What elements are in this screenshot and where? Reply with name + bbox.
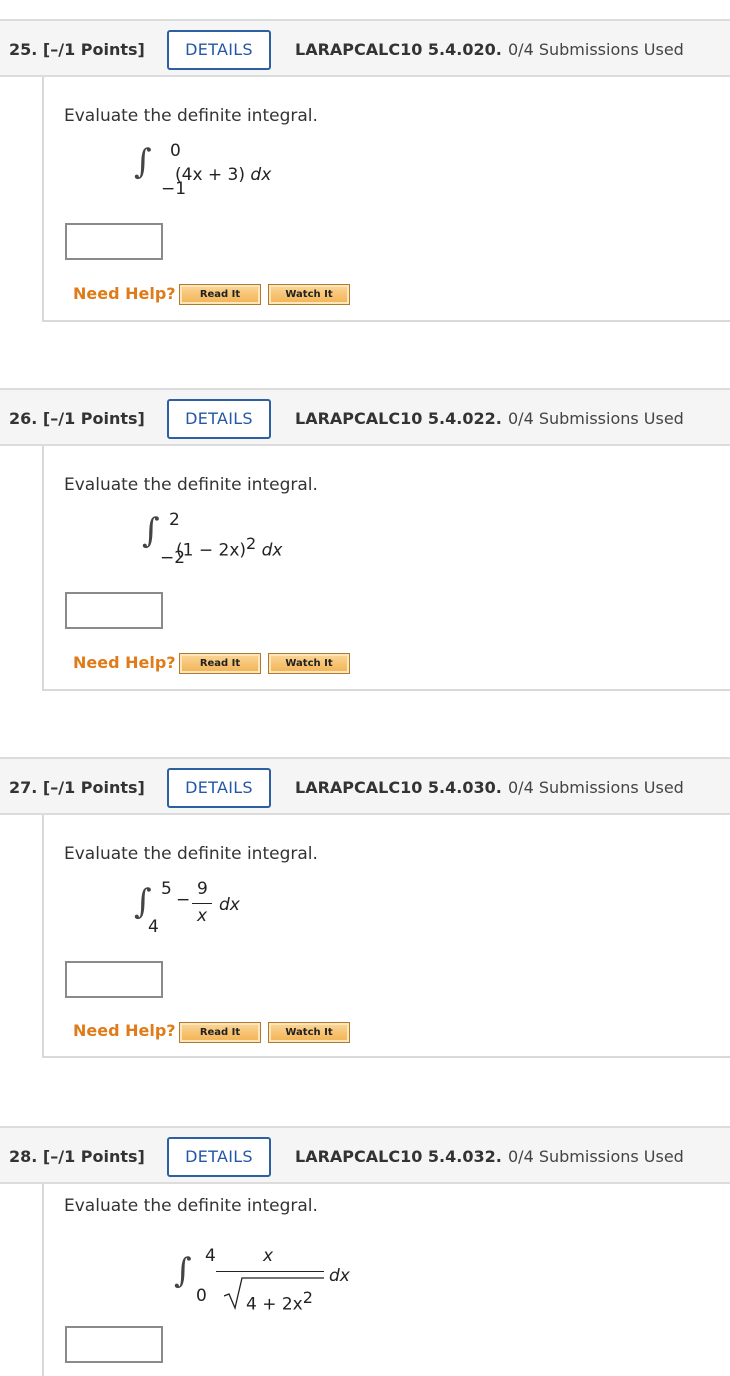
submissions-used: 0/4 Submissions Used [508,1147,684,1166]
question-body: Evaluate the definite integral. ∫ 0 −1 (… [42,77,730,322]
watch-it-button[interactable]: Watch It [268,653,350,674]
integral-expression: ∫ 0 −1 (4x + 3) dx [134,141,334,201]
question-header: 27. [–/1 Points] DETAILS LARAPCALC10 5.4… [0,757,730,815]
differential: dx [329,1266,350,1286]
question-body: Evaluate the definite integral. ∫ 4 0 x … [42,1184,730,1376]
question-header: 25. [–/1 Points] DETAILS LARAPCALC10 5.4… [0,19,730,77]
question-header: 26. [–/1 Points] DETAILS LARAPCALC10 5.4… [0,388,730,446]
details-button[interactable]: DETAILS [167,768,271,808]
need-help-label: Need Help? [73,1021,176,1040]
answer-input[interactable] [65,223,163,260]
problem-code: LARAPCALC10 5.4.032. [295,1147,502,1166]
watch-it-button[interactable]: Watch It [268,1022,350,1043]
submissions-used: 0/4 Submissions Used [508,409,684,428]
question-prompt: Evaluate the definite integral. [64,475,318,495]
integral-sign: ∫ [174,1251,192,1291]
problem-code: LARAPCALC10 5.4.030. [295,778,502,797]
upper-limit: 5 [161,879,172,899]
fraction-bar [192,903,212,904]
question-26: 26. [–/1 Points] DETAILS LARAPCALC10 5.4… [0,388,730,691]
integral-expression: ∫ 2 −2 (1 − 2x)2 dx [142,510,342,570]
question-prompt: Evaluate the definite integral. [64,106,318,126]
question-27: 27. [–/1 Points] DETAILS LARAPCALC10 5.4… [0,757,730,1060]
upper-limit: 0 [170,141,181,161]
fraction-numerator: x [263,1246,274,1266]
integrand: (1 − 2x)2 dx [176,534,283,561]
differential: dx [219,895,240,915]
question-number: 26. [–/1 Points] [9,409,145,428]
details-button[interactable]: DETAILS [167,30,271,70]
integral-sign: ∫ [142,511,160,551]
question-25: 25. [–/1 Points] DETAILS LARAPCALC10 5.4… [0,19,730,322]
submissions-used: 0/4 Submissions Used [508,778,684,797]
question-number: 27. [–/1 Points] [9,778,145,797]
answer-input[interactable] [65,961,163,998]
integral-expression: ∫ 5 4 − 9 x dx [134,879,334,949]
question-number: 28. [–/1 Points] [9,1147,145,1166]
question-prompt: Evaluate the definite integral. [64,1196,318,1216]
question-body: Evaluate the definite integral. ∫ 2 −2 (… [42,446,730,691]
question-number: 25. [–/1 Points] [9,40,145,59]
integral-sign: ∫ [134,142,152,182]
question-header: 28. [–/1 Points] DETAILS LARAPCALC10 5.4… [0,1126,730,1184]
lower-limit: 4 [148,917,159,937]
problem-code: LARAPCALC10 5.4.020. [295,40,502,59]
question-body: Evaluate the definite integral. ∫ 5 4 − … [42,815,730,1058]
read-it-button[interactable]: Read It [179,1022,261,1043]
details-button[interactable]: DETAILS [167,399,271,439]
question-28: 28. [–/1 Points] DETAILS LARAPCALC10 5.4… [0,1126,730,1376]
answer-input[interactable] [65,592,163,629]
integrand: (4x + 3) dx [175,165,272,185]
upper-limit: 4 [205,1246,216,1266]
submissions-used: 0/4 Submissions Used [508,40,684,59]
need-help-label: Need Help? [73,653,176,672]
integral-sign: ∫ [134,882,152,922]
fraction-denominator: x [197,906,208,926]
integral-expression: ∫ 4 0 x 4 + 2x2 dx [174,1246,414,1316]
fraction-bar [216,1271,324,1272]
upper-limit: 2 [169,510,180,530]
watch-it-button[interactable]: Watch It [268,284,350,305]
question-prompt: Evaluate the definite integral. [64,844,318,864]
answer-input[interactable] [65,1326,163,1363]
read-it-button[interactable]: Read It [179,653,261,674]
minus-sign: − [176,890,191,910]
details-button[interactable]: DETAILS [167,1137,271,1177]
need-help-label: Need Help? [73,284,176,303]
radicand: 4 + 2x2 [246,1288,313,1315]
problem-code: LARAPCALC10 5.4.022. [295,409,502,428]
fraction-numerator: 9 [197,879,208,899]
read-it-button[interactable]: Read It [179,284,261,305]
lower-limit: 0 [196,1286,207,1306]
